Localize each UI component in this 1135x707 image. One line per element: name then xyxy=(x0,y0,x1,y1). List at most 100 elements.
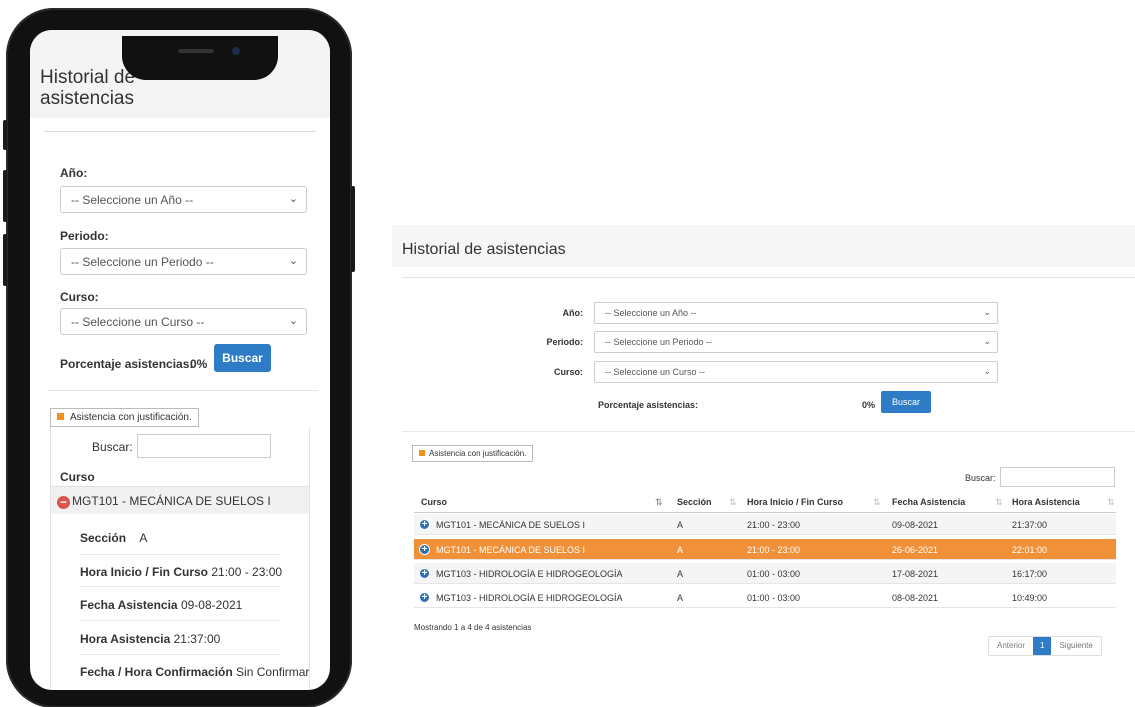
legend-justificacion: Asistencia con justificación. xyxy=(50,408,199,427)
table-row[interactable]: + MGT103 - HIDROLOGÍA E HIDROGEOLOGÍA A … xyxy=(414,587,1116,608)
periodo-label: Periodo: xyxy=(60,229,109,243)
pagination-prev[interactable]: Anterior xyxy=(989,637,1033,655)
buscar-button[interactable]: Buscar xyxy=(214,344,271,372)
legend-text: Asistencia con justificación. xyxy=(429,449,527,458)
camera-icon xyxy=(232,47,240,55)
divider xyxy=(44,131,316,132)
cell-fecha: 08-08-2021 xyxy=(892,593,939,603)
expand-icon[interactable]: + xyxy=(419,519,430,530)
desktop-header: Historial de asistencias xyxy=(392,225,1135,267)
search-input[interactable] xyxy=(137,434,271,458)
desktop-view: Historial de asistencias Año: -- Selecci… xyxy=(392,225,1135,657)
phone-volume-down xyxy=(3,234,7,286)
divider xyxy=(402,431,1135,432)
divider xyxy=(402,277,1135,278)
cell-hora-asistencia: 16:17:00 xyxy=(1012,569,1048,579)
detail-value: 21:37:00 xyxy=(173,632,221,646)
cell-fecha: 09-08-2021 xyxy=(892,520,939,530)
mobile-table xyxy=(50,427,310,690)
expand-icon[interactable]: + xyxy=(419,592,430,603)
detail-hora: Hora Inicio / Fin Curso 21:00 - 23:00 xyxy=(80,565,282,579)
column-header-hora-asistencia[interactable]: Hora Asistencia xyxy=(1012,497,1080,507)
curso-label: Curso: xyxy=(60,290,99,304)
anio-select[interactable]: -- Seleccione un Año -- ⌄ xyxy=(594,302,998,324)
column-header-curso[interactable]: Curso xyxy=(421,497,447,507)
cell-fecha: 26-06-2021 xyxy=(892,545,939,555)
column-header-fecha[interactable]: Fecha Asistencia xyxy=(892,497,965,507)
phone-frame: Historial de asistencias Año: -- Selecci… xyxy=(3,8,355,707)
buscar-button[interactable]: Buscar xyxy=(881,391,931,413)
row-curso: MGT101 - MECÁNICA DE SUELOS I xyxy=(72,494,271,508)
chevron-down-icon: ⌄ xyxy=(983,336,991,346)
sort-icon[interactable]: ⇅ xyxy=(1107,497,1115,508)
detail-hora-asistencia: Hora Asistencia 21:37:00 xyxy=(80,632,220,646)
cell-curso: MGT101 - MECÁNICA DE SUELOS I xyxy=(436,520,586,530)
table-row-justified[interactable]: + MGT101 - MECÁNICA DE SUELOS I A 21:00 … xyxy=(414,539,1116,560)
chevron-down-icon: ⌄ xyxy=(983,307,991,317)
divider xyxy=(80,586,280,587)
porcentaje-value: 0% xyxy=(190,357,208,371)
sort-icon[interactable]: ⇅ xyxy=(995,497,1003,508)
detail-label: Hora Inicio / Fin Curso xyxy=(80,565,209,579)
divider xyxy=(80,554,280,555)
anio-label: Año: xyxy=(60,166,88,180)
periodo-select-value: -- Seleccione un Periodo -- xyxy=(71,255,214,269)
phone-side-button xyxy=(3,120,7,150)
detail-value: 09-08-2021 xyxy=(180,598,243,612)
cell-hora: 21:00 - 23:00 xyxy=(747,520,801,530)
detail-label: Fecha / Hora Confirmación xyxy=(80,665,233,679)
cell-seccion: A xyxy=(677,593,684,603)
detail-label: Sección xyxy=(80,531,127,545)
detail-value: 21:00 - 23:00 xyxy=(211,565,283,579)
detail-value: Sin Confirmar xyxy=(236,665,310,679)
cell-seccion: A xyxy=(677,569,684,579)
anio-label: Año: xyxy=(562,308,584,318)
phone-volume-up xyxy=(3,170,7,222)
header-divider xyxy=(414,512,1116,513)
curso-select-value: -- Seleccione un Curso -- xyxy=(605,367,706,377)
table-info: Mostrando 1 a 4 de 4 asistencias xyxy=(414,623,532,632)
curso-select-value: -- Seleccione un Curso -- xyxy=(71,315,205,329)
periodo-select-value: -- Seleccione un Periodo -- xyxy=(605,337,713,347)
collapse-icon[interactable]: − xyxy=(57,496,70,509)
phone-notch xyxy=(122,36,278,80)
detail-fecha: Fecha Asistencia 09-08-2021 xyxy=(80,598,242,612)
column-header-seccion[interactable]: Sección xyxy=(677,497,712,507)
anio-select[interactable]: -- Seleccione un Año -- ⌄ xyxy=(60,186,307,213)
detail-confirmacion: Fecha / Hora Confirmación Sin Confirmar xyxy=(80,665,309,679)
sort-icon[interactable]: ⇅ xyxy=(873,497,881,508)
sort-asc-icon[interactable]: ⇅ xyxy=(655,497,663,508)
sort-icon[interactable]: ⇅ xyxy=(729,497,737,508)
curso-select[interactable]: -- Seleccione un Curso -- ⌄ xyxy=(594,361,998,383)
search-input[interactable] xyxy=(1000,467,1115,487)
pagination-page-1[interactable]: 1 xyxy=(1033,637,1052,655)
periodo-select[interactable]: -- Seleccione un Periodo -- ⌄ xyxy=(60,248,307,275)
column-header-curso[interactable]: Curso xyxy=(60,470,95,484)
cell-hora-asistencia: 10:49:00 xyxy=(1012,593,1048,603)
pagination: Anterior 1 Siguiente xyxy=(988,636,1102,656)
chevron-down-icon: ⌄ xyxy=(983,366,991,376)
detail-label: Hora Asistencia xyxy=(80,632,171,646)
justified-color-swatch xyxy=(419,450,425,456)
pagination-next[interactable]: Siguiente xyxy=(1051,637,1100,655)
cell-hora: 01:00 - 03:00 xyxy=(747,569,801,579)
table-row[interactable]: + MGT101 - MECÁNICA DE SUELOS I A 21:00 … xyxy=(414,514,1116,535)
curso-label: Curso: xyxy=(554,367,583,377)
column-header-hora[interactable]: Hora Inicio / Fin Curso xyxy=(747,497,843,507)
expand-icon[interactable]: + xyxy=(419,568,430,579)
cell-hora-asistencia: 22:01:00 xyxy=(1012,545,1048,555)
anio-select-value: -- Seleccione un Año -- xyxy=(71,193,194,207)
table-row[interactable]: + MGT103 - HIDROLOGÍA E HIDROGEOLOGÍA A … xyxy=(414,563,1116,584)
chevron-down-icon: ⌄ xyxy=(288,193,298,205)
cell-hora: 01:00 - 03:00 xyxy=(747,593,801,603)
divider xyxy=(80,654,280,655)
expand-icon[interactable]: + xyxy=(419,544,430,555)
chevron-down-icon: ⌄ xyxy=(288,255,298,267)
anio-select-value: -- Seleccione un Año -- xyxy=(605,308,697,318)
periodo-select[interactable]: -- Seleccione un Periodo -- ⌄ xyxy=(594,331,998,353)
chevron-down-icon: ⌄ xyxy=(288,315,298,327)
detail-label: Fecha Asistencia xyxy=(80,598,178,612)
page-title: Historial de asistencias xyxy=(402,241,566,258)
curso-select[interactable]: -- Seleccione un Curso -- ⌄ xyxy=(60,308,307,335)
detail-value: A xyxy=(139,531,148,545)
